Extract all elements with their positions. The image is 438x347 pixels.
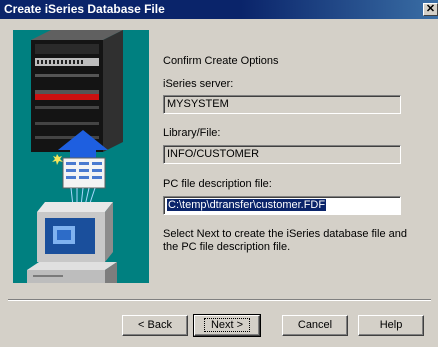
- pc-file-description-value: C:\temp\dtransfer\customer.FDF: [167, 199, 327, 211]
- help-button[interactable]: Help: [358, 315, 424, 336]
- computer-icon: [27, 202, 117, 283]
- title-bar[interactable]: Create iSeries Database File ✕: [0, 0, 438, 19]
- server-value: MYSYSTEM: [167, 98, 229, 110]
- cancel-button[interactable]: Cancel: [282, 315, 348, 336]
- server-label: iSeries server:: [163, 78, 234, 90]
- instructions-text: Select Next to create the iSeries databa…: [163, 228, 407, 253]
- library-file-field: INFO/CUSTOMER: [163, 145, 401, 164]
- close-icon: ✕: [425, 3, 436, 15]
- library-file-label: Library/File:: [163, 127, 221, 139]
- back-button-label: < Back: [138, 319, 172, 331]
- cancel-button-label: Cancel: [297, 319, 333, 331]
- pc-file-description-label: PC file description file:: [163, 178, 272, 190]
- window-title: Create iSeries Database File: [4, 2, 165, 16]
- help-button-label: Help: [379, 319, 403, 331]
- wizard-illustration: [13, 30, 149, 283]
- pc-file-description-field[interactable]: C:\temp\dtransfer\customer.FDF: [163, 196, 401, 215]
- close-button[interactable]: ✕: [423, 3, 438, 16]
- confirm-options-heading: Confirm Create Options: [163, 55, 279, 67]
- server-field: MYSYSTEM: [163, 95, 401, 114]
- server-icon: [31, 30, 123, 152]
- library-file-value: INFO/CUSTOMER: [167, 148, 260, 160]
- create-database-file-dialog: Create iSeries Database File ✕ Confirm C…: [0, 0, 438, 347]
- back-button[interactable]: < Back: [122, 315, 188, 336]
- next-button[interactable]: Next >: [193, 314, 261, 337]
- button-separator: [8, 299, 431, 301]
- next-button-label: Next >: [203, 318, 251, 332]
